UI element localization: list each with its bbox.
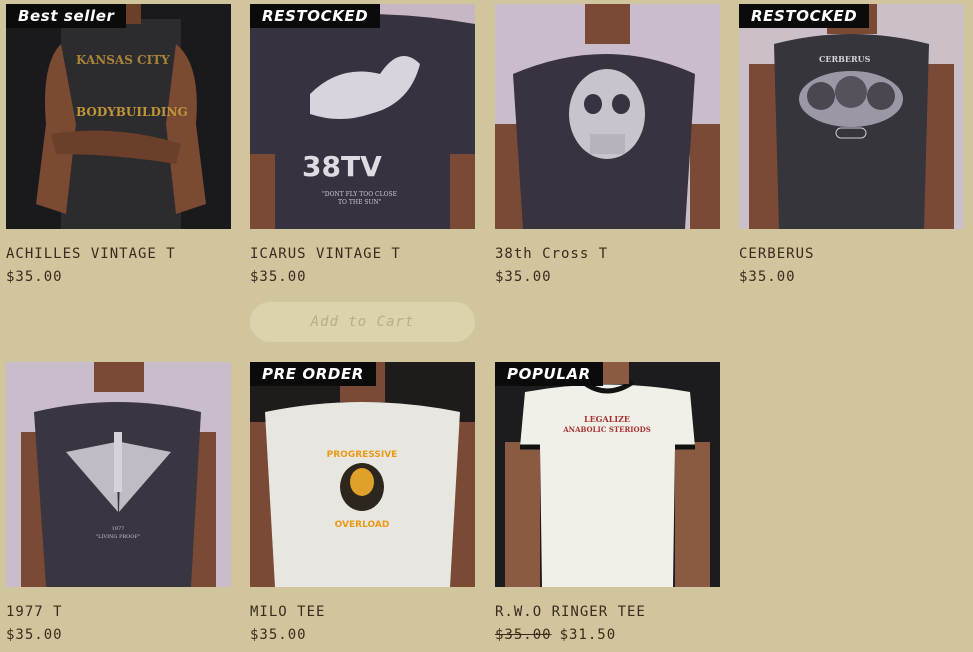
product-photo: PROGRESSIVE OVERLOAD [250,362,475,587]
product-photo: 38TV "DONT FLY TOO CLOSE TO THE SUN" [250,4,475,229]
product-title[interactable]: 1977 T [6,604,231,620]
badge-restocked: RESTOCKED [250,4,381,28]
print-text: LEGALIZE [584,414,630,424]
product-image[interactable]: KANSAS CITY BODYBUILDING Best seller [6,4,231,229]
product-title[interactable]: ICARUS VINTAGE T [250,246,475,262]
product-card-1977[interactable]: 1977 "LIVING PROOF" 1977 T $35.00 [6,362,231,643]
product-card-icarus[interactable]: 38TV "DONT FLY TOO CLOSE TO THE SUN" RES… [250,4,475,285]
product-price: $35.00 [250,627,307,643]
product-image[interactable]: 1977 "LIVING PROOF" [6,362,231,587]
product-title[interactable]: R.W.O RINGER TEE [495,604,720,620]
product-price: $35.00 [739,269,796,285]
badge-best-seller: Best seller [6,4,127,28]
add-to-cart-button[interactable]: Add to Cart [250,302,475,342]
print-subtext: OVERLOAD [335,520,390,530]
svg-text:BODYBUILDING: BODYBUILDING [76,105,188,119]
product-card-38th-cross[interactable]: 38th Cross T $35.00 [495,4,720,285]
svg-text:KANSAS CITY: KANSAS CITY [76,53,170,67]
product-title[interactable]: MILO TEE [250,604,475,620]
product-price-group: $35.00 $31.50 [495,627,720,643]
svg-text:TO THE SUN": TO THE SUN" [338,199,382,206]
product-photo: 1977 "LIVING PROOF" [6,362,231,587]
product-title[interactable]: ACHILLES VINTAGE T [6,246,231,262]
sale-price: $31.50 [559,627,617,643]
original-price: $35.00 [495,627,552,643]
product-card-milo[interactable]: PROGRESSIVE OVERLOAD PRE ORDER MILO TEE … [250,362,475,643]
badge-popular: POPULAR [495,362,603,386]
product-price: $35.00 [495,269,552,285]
product-title[interactable]: 38th Cross T [495,246,720,262]
product-photo [495,4,720,229]
product-price: $35.00 [6,269,63,285]
product-card-rwo-ringer[interactable]: LEGALIZE ANABOLIC STERIODS POPULAR R.W.O… [495,362,720,643]
svg-text:1977: 1977 [112,526,125,532]
product-card-cerberus[interactable]: CERBERUS RESTOCKED CERBERUS $35.00 [739,4,964,285]
badge-restocked: RESTOCKED [739,4,870,28]
print-text: 38TV [302,150,382,183]
product-price: $35.00 [6,627,63,643]
svg-text:"LIVING PROOF": "LIVING PROOF" [96,534,140,540]
badge-pre-order: PRE ORDER [250,362,376,386]
product-title[interactable]: CERBERUS [739,246,964,262]
product-photo: CERBERUS [739,4,964,229]
svg-text:"DONT FLY TOO CLOSE: "DONT FLY TOO CLOSE [322,191,397,198]
product-image[interactable]: LEGALIZE ANABOLIC STERIODS POPULAR [495,362,720,587]
product-card-achilles[interactable]: KANSAS CITY BODYBUILDING Best seller ACH… [6,4,231,285]
product-image[interactable]: CERBERUS RESTOCKED [739,4,964,229]
product-image[interactable]: PROGRESSIVE OVERLOAD PRE ORDER [250,362,475,587]
print-text: CERBERUS [819,54,871,64]
product-price: $35.00 [250,269,307,285]
print-subtext: ANABOLIC STERIODS [562,425,651,434]
print-text: PROGRESSIVE [327,450,398,460]
product-photo: KANSAS CITY BODYBUILDING [6,4,231,229]
product-image[interactable]: 38TV "DONT FLY TOO CLOSE TO THE SUN" RES… [250,4,475,229]
product-image[interactable] [495,4,720,229]
product-photo: LEGALIZE ANABOLIC STERIODS [495,362,720,587]
